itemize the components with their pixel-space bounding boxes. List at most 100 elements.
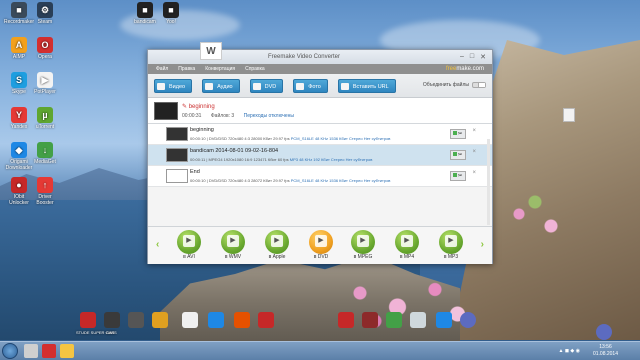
- desktop-shortcut-label: uTorrent: [35, 124, 55, 130]
- audio-track-select[interactable]: PCM_S16LE 48 KHz 1536 Кбит Стерео: [291, 178, 363, 183]
- format-glyph: ▶: [401, 235, 413, 247]
- format-button-wmv[interactable]: ▶ в WMV: [218, 230, 248, 260]
- merge-label: Объединить файлы: [422, 82, 469, 88]
- desktop-file-icon[interactable]: [563, 108, 575, 122]
- yandex-taskbar-icon[interactable]: [42, 344, 56, 358]
- app-icon[interactable]: [362, 312, 378, 328]
- desktop-shortcut-label: Steam: [37, 19, 53, 25]
- joined-file[interactable]: ✎ beginning 00:00:31 Файлов: 3 Переходы …: [148, 98, 492, 124]
- desktop-shortcut-label: PotPlayer: [34, 89, 56, 95]
- game-icon[interactable]: [80, 312, 96, 328]
- app-icon[interactable]: [104, 312, 120, 328]
- desktop-shortcut[interactable]: µ uTorrent: [30, 107, 60, 130]
- app-icon[interactable]: [386, 312, 402, 328]
- clock-time: 13:56: [599, 344, 612, 350]
- file-row[interactable]: beginning 00:00:10 | DVD/DSD 720x480 4:3 …: [148, 124, 492, 145]
- audio-track-select[interactable]: PCM_S16LE 48 KHz 1536 Кбит Стерео: [291, 136, 363, 141]
- remove-file-icon[interactable]: ×: [472, 170, 476, 176]
- edit-button[interactable]: ✂: [450, 129, 466, 139]
- pp-icon[interactable]: [596, 324, 612, 340]
- yoo-icon: ■: [163, 2, 179, 18]
- file-meta: 00:00:11 | MPEG4 1920x1080 16:9 123471 К…: [190, 157, 372, 162]
- subtitles-select[interactable]: Нет субтитров: [364, 178, 391, 183]
- app-icon[interactable]: [338, 312, 354, 328]
- folder-icon[interactable]: [60, 344, 74, 358]
- edit-button[interactable]: ✂: [450, 150, 466, 160]
- add-video-label: Видео: [169, 83, 186, 90]
- remove-file-icon[interactable]: ×: [472, 128, 476, 134]
- brand-make: make.com: [456, 66, 484, 72]
- desktop-shortcut[interactable]: ↓ MediaGet: [30, 142, 60, 165]
- mp4-icon: ▶: [395, 230, 419, 254]
- joined-thumbnail: [154, 102, 178, 120]
- joined-title-text: beginning: [188, 104, 215, 110]
- desktop-shortcut[interactable]: ⚙ Steam: [30, 2, 60, 25]
- edit-button[interactable]: ✂: [450, 171, 466, 181]
- app-icon[interactable]: [258, 312, 274, 328]
- file-row[interactable]: bandicam 2014-08-01 09-02-16-804 00:00:11…: [148, 145, 492, 166]
- menu-file[interactable]: Файл: [156, 66, 168, 72]
- app-icon[interactable]: [436, 312, 452, 328]
- window-title: Freemake Video Converter: [268, 54, 340, 60]
- prev-format-arrow-icon[interactable]: ‹: [156, 239, 159, 250]
- explorer-icon[interactable]: [24, 344, 38, 358]
- file-list-scrollbar[interactable]: [487, 139, 490, 225]
- format-button-apple[interactable]: ▶ в Apple: [262, 230, 292, 260]
- add-photo-button[interactable]: Фото: [293, 78, 328, 93]
- merge-toggle[interactable]: [472, 82, 486, 88]
- joined-meta: 00:00:31 Файлов: 3 Переходы отключены: [182, 113, 302, 119]
- add-dvd-button[interactable]: DVD: [249, 78, 284, 93]
- joined-files: Файлов: 3: [210, 113, 235, 119]
- format-button-avi[interactable]: ▶ в AVI: [174, 230, 204, 260]
- app-icon[interactable]: [234, 312, 250, 328]
- format-button-mpeg[interactable]: ▶ в MPEG: [348, 230, 378, 260]
- desktop-shortcut[interactable]: ■ Yoo!: [156, 2, 186, 25]
- format-glyph: ▶: [227, 235, 239, 247]
- mediaget-icon: ↓: [37, 142, 53, 158]
- title-bar[interactable]: W Freemake Video Converter – □ ✕: [148, 42, 492, 64]
- app-icon[interactable]: [128, 312, 144, 328]
- format-button-dvd[interactable]: ▶ в DVD: [306, 230, 336, 260]
- format-button-mp3[interactable]: ▶ в MP3: [436, 230, 466, 260]
- minimize-button[interactable]: –: [460, 53, 464, 61]
- app-icon[interactable]: [410, 312, 426, 328]
- clock-date: 01.08.2014: [592, 351, 618, 357]
- app-icon[interactable]: [208, 312, 224, 328]
- subtitles-select[interactable]: Нет субтитров: [346, 157, 373, 162]
- maximize-button[interactable]: □: [470, 53, 474, 61]
- bandicam-icon: ■: [137, 2, 153, 18]
- tray-icons[interactable]: ▲ ◼ ◆ ◉: [559, 348, 580, 354]
- brand-free: free: [445, 66, 457, 72]
- audio-track-select[interactable]: MP3 48 KHz 192 Кбит Стерео: [290, 157, 345, 162]
- paste-url-button[interactable]: Вставить URL: [337, 78, 396, 93]
- start-button[interactable]: [2, 343, 18, 359]
- add-video-button[interactable]: Видео: [154, 78, 193, 93]
- menu-convert[interactable]: Конвертация: [205, 66, 235, 72]
- desktop-shortcut[interactable]: ▶ PotPlayer: [30, 72, 60, 95]
- desktop-shortcut[interactable]: O Opera: [30, 37, 60, 60]
- file-name: beginning: [190, 127, 214, 133]
- recorder-icon: ■: [11, 2, 27, 18]
- app-icon[interactable]: [152, 312, 168, 328]
- subtitles-select[interactable]: Нет субтитров: [364, 136, 391, 141]
- desktop-shortcut-label: MediaGet: [34, 159, 56, 165]
- desktop-shortcut[interactable]: ↑ Driver Booster: [30, 177, 60, 206]
- close-button[interactable]: ✕: [480, 53, 486, 61]
- add-audio-label: Аудио: [217, 83, 233, 90]
- add-audio-button[interactable]: Аудио: [202, 78, 240, 93]
- url-icon: [340, 82, 349, 90]
- remove-file-icon[interactable]: ×: [472, 149, 476, 155]
- menu-edit[interactable]: Правка: [178, 66, 195, 72]
- brand-link[interactable]: freemake.com: [446, 66, 484, 72]
- menu-help[interactable]: Справка: [245, 66, 265, 72]
- next-format-arrow-icon[interactable]: ›: [481, 239, 484, 250]
- clock[interactable]: 13:56 01.08.2014: [593, 344, 618, 358]
- file-row[interactable]: End 00:00:10 | DVD/DSD 720x480 4:3 28072 …: [148, 166, 492, 187]
- desktop-shortcut-label: Opera: [38, 54, 52, 60]
- transitions-link[interactable]: Переходы отключены: [244, 113, 294, 119]
- app-icon[interactable]: [182, 312, 198, 328]
- file-name: End: [190, 169, 200, 175]
- format-glyph: ▶: [271, 235, 283, 247]
- pp-icon[interactable]: [460, 312, 476, 328]
- format-button-mp4[interactable]: ▶ в MP4: [392, 230, 422, 260]
